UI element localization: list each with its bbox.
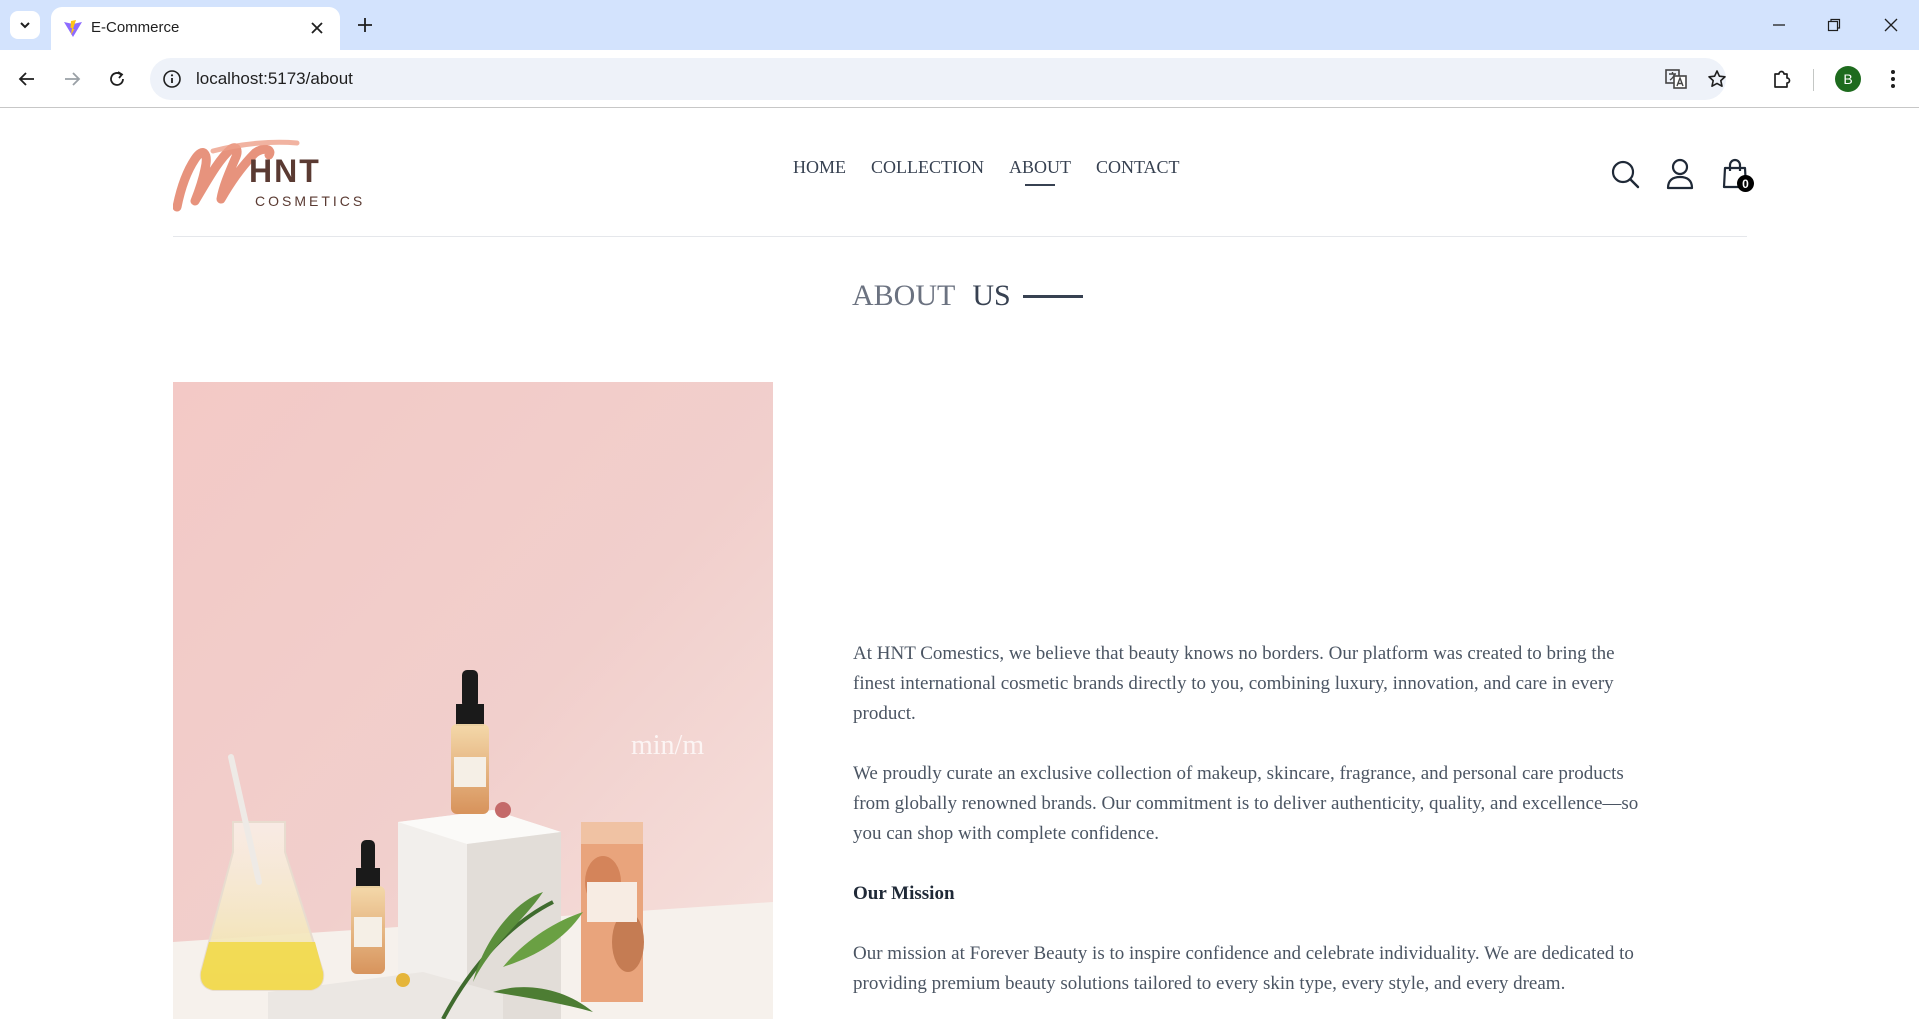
minimize-button[interactable] xyxy=(1764,10,1794,40)
browser-tab[interactable]: E-Commerce xyxy=(51,7,340,50)
browser-menu-button[interactable] xyxy=(1879,65,1907,93)
nav-link-contact[interactable]: CONTACT xyxy=(1096,157,1180,178)
close-icon xyxy=(1884,18,1898,32)
mission-heading: Our Mission xyxy=(853,883,955,904)
toolbar-separator xyxy=(1813,69,1814,91)
minimize-icon xyxy=(1773,24,1785,26)
forward-button[interactable] xyxy=(57,64,87,94)
page-title: ABOUT US xyxy=(852,279,1083,313)
title-dark-text: US xyxy=(972,279,1011,312)
about-text-column: At HNT Comestics, we believe that beauty… xyxy=(853,639,1643,1019)
image-watermark: min/m xyxy=(631,730,705,761)
reload-icon xyxy=(110,71,124,86)
translate-button[interactable] xyxy=(1665,68,1687,90)
search-button[interactable] xyxy=(1608,157,1642,191)
logo-brand-text: HNT xyxy=(249,153,321,189)
chevron-down-icon xyxy=(20,22,30,29)
browser-tab-bar: E-Commerce xyxy=(0,0,1919,50)
tab-title: E-Commerce xyxy=(91,19,180,36)
mission-paragraph: Our mission at Forever Beauty is to insp… xyxy=(853,943,1634,994)
logo[interactable]: HNT COSMETICS xyxy=(172,129,366,215)
site-info-icon[interactable] xyxy=(162,69,182,89)
tab-close-button[interactable] xyxy=(308,19,326,37)
extensions-button[interactable] xyxy=(1768,65,1796,93)
arrow-left-icon xyxy=(18,72,34,86)
nav-link-about[interactable]: ABOUT xyxy=(1009,157,1071,178)
close-window-button[interactable] xyxy=(1876,10,1906,40)
main-nav: HOME COLLECTION ABOUT CONTACT xyxy=(793,157,1180,178)
title-light-text: ABOUT xyxy=(852,279,956,312)
back-button[interactable] xyxy=(12,64,42,94)
address-bar[interactable]: localhost:5173/about xyxy=(150,58,1726,100)
vite-favicon-icon xyxy=(64,20,82,37)
close-icon xyxy=(311,22,323,34)
profile-avatar[interactable]: B xyxy=(1835,66,1861,92)
more-vert-icon xyxy=(1891,70,1895,88)
puzzle-icon xyxy=(1774,70,1791,88)
user-icon xyxy=(1666,158,1694,190)
tab-search-button[interactable] xyxy=(10,11,40,39)
restore-button[interactable] xyxy=(1819,10,1849,40)
new-tab-button[interactable] xyxy=(353,13,377,37)
title-divider xyxy=(1022,294,1083,298)
about-image: min/m xyxy=(173,382,773,1019)
restore-icon xyxy=(1827,18,1841,32)
nav-link-collection[interactable]: COLLECTION xyxy=(871,157,984,178)
arrow-right-icon xyxy=(65,72,81,86)
cosmetic-bottles-photo xyxy=(173,382,773,1019)
plus-icon xyxy=(358,18,372,32)
nav-link-home[interactable]: HOME xyxy=(793,157,846,178)
account-button[interactable] xyxy=(1663,157,1697,191)
translate-icon xyxy=(1665,69,1687,89)
browser-toolbar: localhost:5173/about B xyxy=(0,50,1919,108)
cart-button[interactable]: 0 xyxy=(1718,157,1754,192)
about-paragraph-1: At HNT Comestics, we believe that beauty… xyxy=(853,643,1615,724)
cart-count-badge: 0 xyxy=(1737,175,1754,192)
star-icon xyxy=(1708,70,1726,87)
reload-button[interactable] xyxy=(102,64,132,94)
about-paragraph-2: We proudly curate an exclusive collectio… xyxy=(853,763,1639,844)
search-icon xyxy=(1611,160,1640,189)
bookmark-button[interactable] xyxy=(1706,68,1728,90)
page-viewport: HNT COSMETICS HOME COLLECTION ABOUT CONT… xyxy=(0,109,1919,1019)
logo-sub-text: COSMETICS xyxy=(255,193,366,209)
url-text[interactable]: localhost:5173/about xyxy=(196,69,353,89)
site-header: HNT COSMETICS HOME COLLECTION ABOUT CONT… xyxy=(172,109,1754,237)
